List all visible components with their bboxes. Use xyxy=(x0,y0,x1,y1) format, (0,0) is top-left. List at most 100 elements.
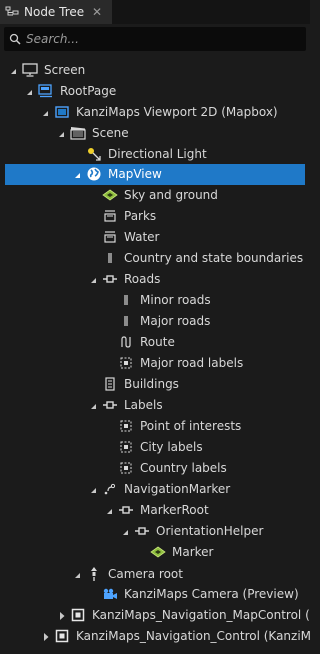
tree-row-label: Route xyxy=(140,335,175,349)
tree-row-label: KanziMaps Camera (Preview) xyxy=(124,587,299,601)
search-icon xyxy=(4,27,26,51)
expanded-arrow-icon[interactable] xyxy=(106,505,114,515)
node-group-icon xyxy=(102,271,118,287)
tree-row-label: Point of interests xyxy=(140,419,242,433)
tree-row-label: Camera root xyxy=(108,567,183,581)
tree-row-directional-light[interactable]: Directional Light xyxy=(0,144,310,165)
tree-row-label: MapView xyxy=(108,167,162,181)
panel-tabbar: Node Tree ✕ xyxy=(0,0,310,24)
tree-row-route[interactable]: Route xyxy=(0,332,310,353)
tree-row-major-roads[interactable]: Major roads xyxy=(0,311,310,332)
tree-row-label: Major roads xyxy=(140,314,211,328)
tree-row-orientationhelper[interactable]: OrientationHelper xyxy=(0,521,310,542)
tree-row-label: Labels xyxy=(124,398,163,412)
tree-row-major-road-labels[interactable]: Major road labels xyxy=(0,353,310,374)
collapsed-arrow-icon[interactable] xyxy=(58,610,66,620)
tree-row-buildings[interactable]: Buildings xyxy=(0,374,310,395)
tree-row-roads[interactable]: Roads xyxy=(0,269,310,290)
tree-row-label: MarkerRoot xyxy=(140,503,209,517)
tree-row-label: Country and state boundaries xyxy=(124,251,304,265)
symbol-layer-icon xyxy=(118,355,134,371)
tree-row-label: Marker xyxy=(172,545,214,559)
tree-row-label: Directional Light xyxy=(108,147,207,161)
tree-row-label: OrientationHelper xyxy=(156,524,264,538)
prefab-icon xyxy=(70,607,86,623)
viewport-icon xyxy=(54,104,70,120)
symbol-layer-icon xyxy=(118,418,134,434)
node-group-icon xyxy=(134,523,150,539)
fill-layer-icon xyxy=(102,208,118,224)
tree-row-label: Buildings xyxy=(124,377,179,391)
tree-row-label: Water xyxy=(124,230,160,244)
tree-row-label: Minor roads xyxy=(140,293,211,307)
tree-row-minor-roads[interactable]: Minor roads xyxy=(0,290,310,311)
tree-row-rootpage[interactable]: RootPage xyxy=(0,81,310,102)
tree-row-camera-root[interactable]: Camera root xyxy=(0,564,310,585)
tree-row-point-of-interests[interactable]: Point of interests xyxy=(0,416,310,437)
tree-row-kanzimaps-navigation-mapcontrol-ka[interactable]: KanziMaps_Navigation_MapControl (Ka xyxy=(0,605,310,626)
expanded-arrow-icon[interactable] xyxy=(122,526,130,536)
route-icon xyxy=(118,334,134,350)
tree-row-labels[interactable]: Labels xyxy=(0,395,310,416)
expanded-arrow-icon[interactable] xyxy=(58,128,66,138)
tree-row-scene[interactable]: Scene xyxy=(0,123,310,144)
line-layer-icon xyxy=(102,250,118,266)
expanded-arrow-icon[interactable] xyxy=(90,400,98,410)
tree-row-label: Screen xyxy=(44,63,86,77)
symbol-layer-icon xyxy=(118,439,134,455)
navigation-marker-icon xyxy=(102,481,118,497)
camera-icon xyxy=(102,586,118,602)
tab-title: Node Tree xyxy=(24,5,85,19)
line-layer-icon xyxy=(118,292,134,308)
tree-row-country-labels[interactable]: Country labels xyxy=(0,458,310,479)
expanded-arrow-icon[interactable] xyxy=(26,86,34,96)
tree-row-label: Scene xyxy=(92,126,129,140)
expanded-arrow-icon[interactable] xyxy=(74,569,82,579)
node-group-icon xyxy=(102,397,118,413)
tree-row-label: RootPage xyxy=(60,84,117,98)
expanded-arrow-icon[interactable] xyxy=(90,484,98,494)
tree-row-water[interactable]: Water xyxy=(0,227,310,248)
search-box xyxy=(4,27,306,51)
directional-light-icon xyxy=(86,146,102,162)
tree-row-marker[interactable]: Marker xyxy=(0,542,310,563)
tree-row-markerroot[interactable]: MarkerRoot xyxy=(0,500,310,521)
tree-row-label: Major road labels xyxy=(140,356,244,370)
tree-row-country-and-state-boundaries[interactable]: Country and state boundaries xyxy=(0,248,310,269)
tree-row-label: KanziMaps_Navigation_Control (KanziMap xyxy=(76,629,310,643)
collapsed-arrow-icon[interactable] xyxy=(42,631,50,641)
fill-layer-icon xyxy=(102,229,118,245)
expanded-arrow-icon[interactable] xyxy=(42,107,50,117)
tree-row-sky-and-ground[interactable]: Sky and ground xyxy=(0,185,310,206)
tree-row-navigationmarker[interactable]: NavigationMarker xyxy=(0,479,310,500)
tree-row-label: Sky and ground xyxy=(124,188,218,202)
plane-layer-icon xyxy=(102,187,118,203)
tree-row-label: Roads xyxy=(124,272,161,286)
expanded-arrow-icon[interactable] xyxy=(74,169,82,179)
tree-row-city-labels[interactable]: City labels xyxy=(0,437,310,458)
expanded-arrow-icon[interactable] xyxy=(90,274,98,284)
scene-icon xyxy=(70,125,86,141)
page-icon xyxy=(38,83,54,99)
close-icon[interactable]: ✕ xyxy=(92,4,102,20)
prefab-icon xyxy=(54,628,70,644)
node-tree-tab[interactable]: Node Tree ✕ xyxy=(0,0,112,24)
tree-row-label: NavigationMarker xyxy=(124,482,231,496)
tree-row-label: KanziMaps Viewport 2D (Mapbox) xyxy=(76,105,278,119)
tree-row-parks[interactable]: Parks xyxy=(0,206,310,227)
line-layer-icon xyxy=(118,313,134,329)
tree-row-screen[interactable]: Screen xyxy=(0,60,310,81)
node-group-icon xyxy=(118,502,134,518)
globe-icon xyxy=(86,166,102,182)
monitor-icon xyxy=(22,62,38,78)
tree-row-kanzimaps-viewport-2d-mapbox[interactable]: KanziMaps Viewport 2D (Mapbox) xyxy=(0,102,310,123)
expanded-arrow-icon[interactable] xyxy=(10,65,18,75)
tree-row-kanzimaps-navigation-control-kanzimap[interactable]: KanziMaps_Navigation_Control (KanziMap xyxy=(0,626,310,647)
search-input[interactable] xyxy=(26,32,286,46)
camera-root-icon xyxy=(86,566,102,582)
tree-row-mapview[interactable]: MapView xyxy=(5,164,305,185)
tree-row-label: Parks xyxy=(124,209,157,223)
tree-row-kanzimaps-camera-preview[interactable]: KanziMaps Camera (Preview) xyxy=(0,584,310,605)
tree-row-label: Country labels xyxy=(140,461,227,475)
tree-row-label: City labels xyxy=(140,440,203,454)
